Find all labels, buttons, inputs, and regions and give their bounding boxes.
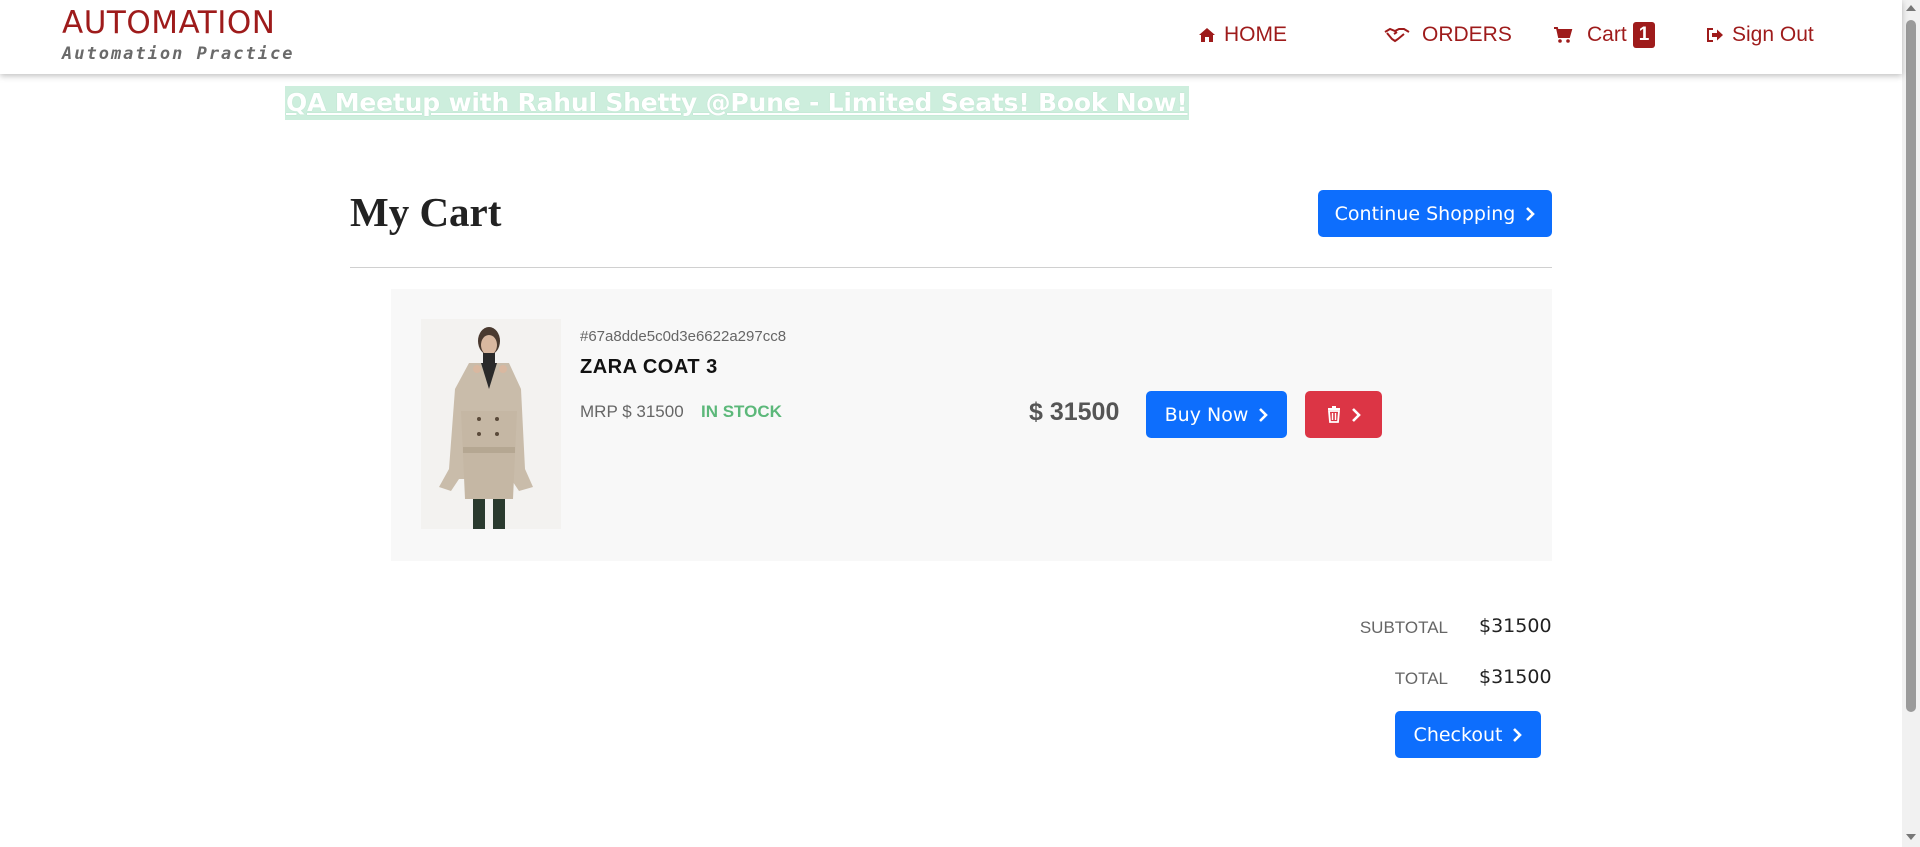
scrollbar-thumb[interactable]	[1906, 20, 1916, 712]
brand-title: AUTOMATION	[62, 5, 276, 41]
nav-signout-label: Sign Out	[1732, 23, 1814, 46]
chevron-right-icon	[1258, 407, 1269, 423]
title-divider	[350, 267, 1552, 268]
promo-banner-link[interactable]: QA Meetup with Rahul Shetty @Pune - Limi…	[285, 86, 1189, 120]
home-icon	[1198, 27, 1216, 43]
handshake-icon	[1384, 26, 1410, 44]
scroll-up-arrow-icon[interactable]	[1906, 5, 1916, 11]
nav-orders-button[interactable]: ORDERS	[1384, 20, 1512, 50]
chevron-right-icon	[1351, 407, 1361, 423]
continue-shopping-button[interactable]: Continue Shopping	[1318, 190, 1552, 237]
cart-icon	[1553, 26, 1573, 44]
continue-shopping-label: Continue Shopping	[1334, 202, 1516, 225]
subtotal-label: SUBTOTAL	[1359, 618, 1448, 637]
cart-count-badge: 1	[1632, 22, 1656, 48]
chevron-right-icon	[1525, 206, 1536, 222]
product-price: $ 31500	[1029, 398, 1120, 426]
nav-home-label: HOME	[1224, 23, 1287, 46]
delete-item-button[interactable]	[1305, 391, 1382, 438]
sign-out-icon	[1706, 27, 1724, 43]
product-id: #67a8dde5c0d3e6622a297cc8	[580, 328, 787, 345]
scroll-down-arrow-icon[interactable]	[1906, 834, 1916, 840]
page-title: My Cart	[350, 189, 502, 235]
buy-now-button[interactable]: Buy Now	[1146, 391, 1287, 438]
product-image[interactable]	[421, 319, 561, 529]
chevron-right-icon	[1512, 727, 1523, 743]
total-label: TOTAL	[1394, 669, 1448, 688]
product-name: ZARA COAT 3	[580, 356, 718, 378]
product-mrp: MRP $ 31500	[580, 402, 684, 421]
subtotal-value: $31500	[1479, 615, 1552, 637]
brand-subtitle: Automation Practice	[62, 44, 295, 64]
buy-now-label: Buy Now	[1164, 403, 1249, 426]
nav-home-button[interactable]: HOME	[1198, 20, 1287, 50]
checkout-label: Checkout	[1413, 723, 1503, 746]
nav-signout-button[interactable]: Sign Out	[1706, 20, 1814, 50]
total-value: $31500	[1479, 666, 1552, 688]
stock-status: IN STOCK	[701, 402, 782, 421]
vertical-scrollbar[interactable]	[1902, 0, 1920, 847]
trash-icon	[1327, 406, 1341, 423]
nav-orders-label: ORDERS	[1422, 23, 1512, 46]
nav-cart-label: Cart	[1587, 23, 1627, 46]
top-navbar: AUTOMATION Automation Practice HOME ORDE…	[0, 0, 1902, 74]
nav-cart-button[interactable]: Cart 1	[1553, 20, 1656, 50]
checkout-button[interactable]: Checkout	[1395, 711, 1541, 758]
brand-logo[interactable]: AUTOMATION Automation Practice	[62, 6, 294, 64]
